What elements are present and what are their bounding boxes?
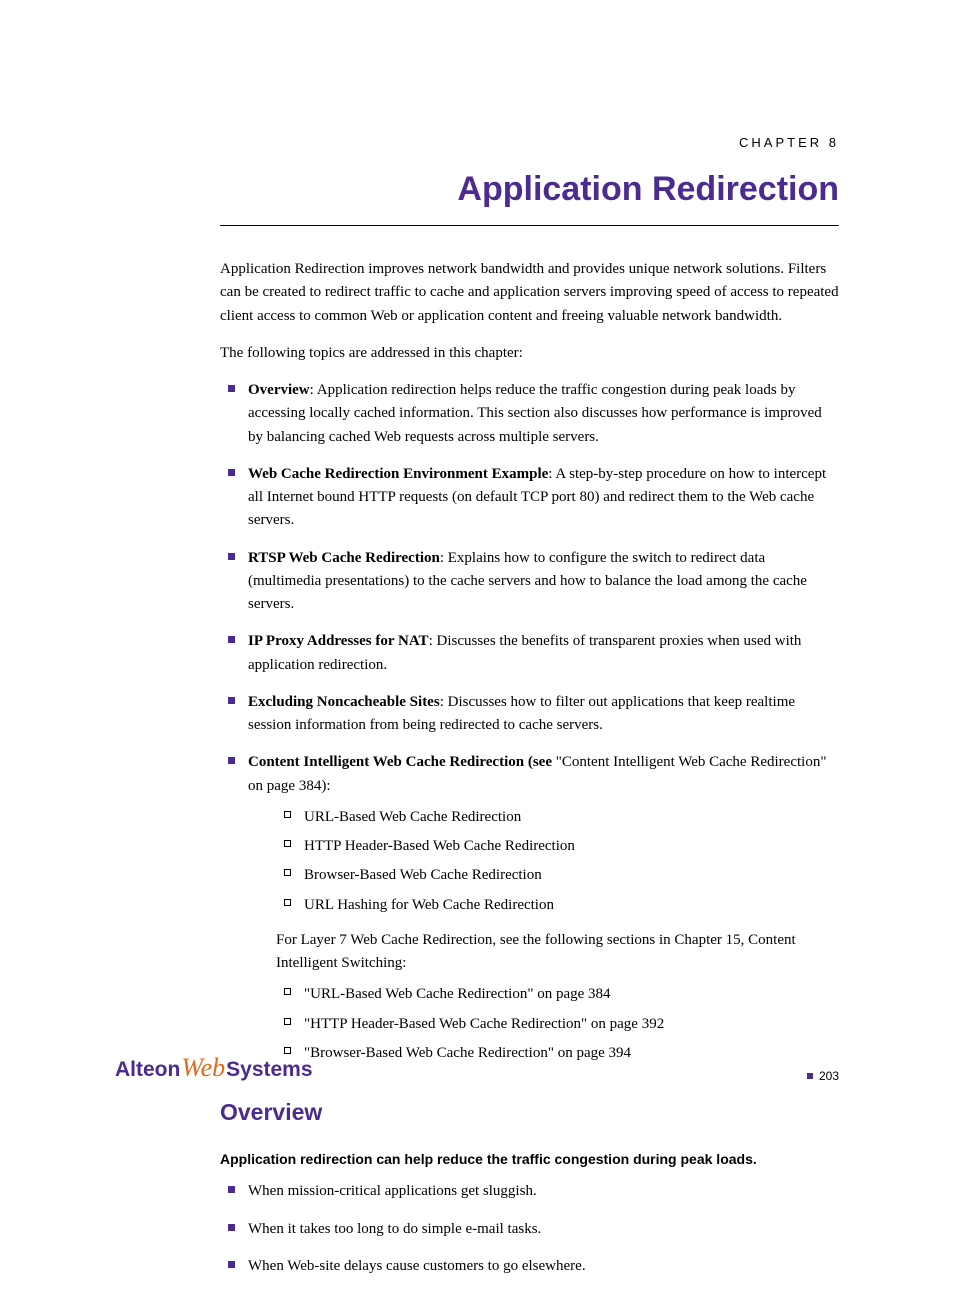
list-item: Excluding Noncacheable Sites: Discusses …	[220, 691, 839, 738]
list-item-label: Excluding Noncacheable Sites	[248, 694, 440, 710]
list-item: When Web-site delays cause customers to …	[220, 1255, 839, 1278]
list-item: IP Proxy Addresses for NAT: Discusses th…	[220, 630, 839, 677]
chapter-title: Application Redirection	[457, 170, 839, 209]
sub-list-item: "URL-Based Web Cache Redirection" on pag…	[248, 983, 839, 1006]
topic-list: Overview: Application redirection helps …	[220, 379, 839, 1065]
sub-list-item: "HTTP Header-Based Web Cache Redirection…	[248, 1013, 839, 1036]
logo-part-alteon: Alteon	[115, 1058, 180, 1081]
footer-logo: AlteonWebSystems	[115, 1053, 313, 1083]
cross-ref[interactable]: "HTTP Header-Based Web Cache Redirection…	[304, 1016, 664, 1032]
sub-list-item: HTTP Header-Based Web Cache Redirection	[248, 835, 839, 858]
list-item: Content Intelligent Web Cache Redirectio…	[220, 751, 839, 1065]
list-item-text: ):	[321, 778, 330, 794]
list-item-label: RTSP Web Cache Redirection	[248, 550, 440, 566]
topics-lead: The following topics are addressed in th…	[220, 342, 839, 365]
sub-list-2: "URL-Based Web Cache Redirection" on pag…	[248, 983, 839, 1065]
page-number: 203	[819, 1069, 839, 1083]
sub-note-text: For Layer 7 Web Cache Redirection, see t…	[276, 932, 748, 948]
sub-note: For Layer 7 Web Cache Redirection, see t…	[248, 929, 839, 976]
sub-list: URL-Based Web Cache Redirection HTTP Hea…	[248, 806, 839, 917]
list-item: Overview: Application redirection helps …	[220, 379, 839, 449]
square-icon	[807, 1073, 813, 1079]
list-item: When it takes too long to do simple e-ma…	[220, 1218, 839, 1241]
sub-list-item: Browser-Based Web Cache Redirection	[248, 864, 839, 887]
list-item-label: Overview	[248, 382, 310, 398]
footer-page-number: 203	[807, 1069, 839, 1083]
page: CHAPTER 8 Application Redirection Applic…	[0, 0, 954, 1235]
sub-list-item: URL-Based Web Cache Redirection	[248, 806, 839, 829]
content-area: Application Redirection improves network…	[220, 258, 839, 1292]
list-item-label: Content Intelligent Web Cache Redirectio…	[248, 754, 556, 770]
logo-part-web: Web	[180, 1053, 226, 1082]
sub-list-item: "Browser-Based Web Cache Redirection" on…	[248, 1042, 839, 1065]
summary-list: When mission-critical applications get s…	[220, 1180, 839, 1278]
chapter-label: CHAPTER 8	[739, 135, 839, 150]
list-item: Web Cache Redirection Environment Exampl…	[220, 463, 839, 533]
list-item-label: Web Cache Redirection Environment Exampl…	[248, 466, 548, 482]
list-item-text: : Application redirection helps reduce t…	[248, 382, 822, 445]
list-item-label: IP Proxy Addresses for NAT	[248, 633, 429, 649]
cross-ref[interactable]: "Browser-Based Web Cache Redirection" on…	[304, 1045, 631, 1061]
logo-part-systems: Systems	[226, 1058, 312, 1081]
overview-subhead: Application redirection can help reduce …	[220, 1149, 839, 1171]
overview-heading: Overview	[220, 1095, 839, 1131]
sub-list-item: URL Hashing for Web Cache Redirection	[248, 894, 839, 917]
title-rule	[220, 225, 839, 226]
intro-para: Application Redirection improves network…	[220, 258, 839, 328]
list-item: When mission-critical applications get s…	[220, 1180, 839, 1203]
cross-ref[interactable]: "URL-Based Web Cache Redirection" on pag…	[304, 986, 611, 1002]
list-item: RTSP Web Cache Redirection: Explains how…	[220, 547, 839, 617]
